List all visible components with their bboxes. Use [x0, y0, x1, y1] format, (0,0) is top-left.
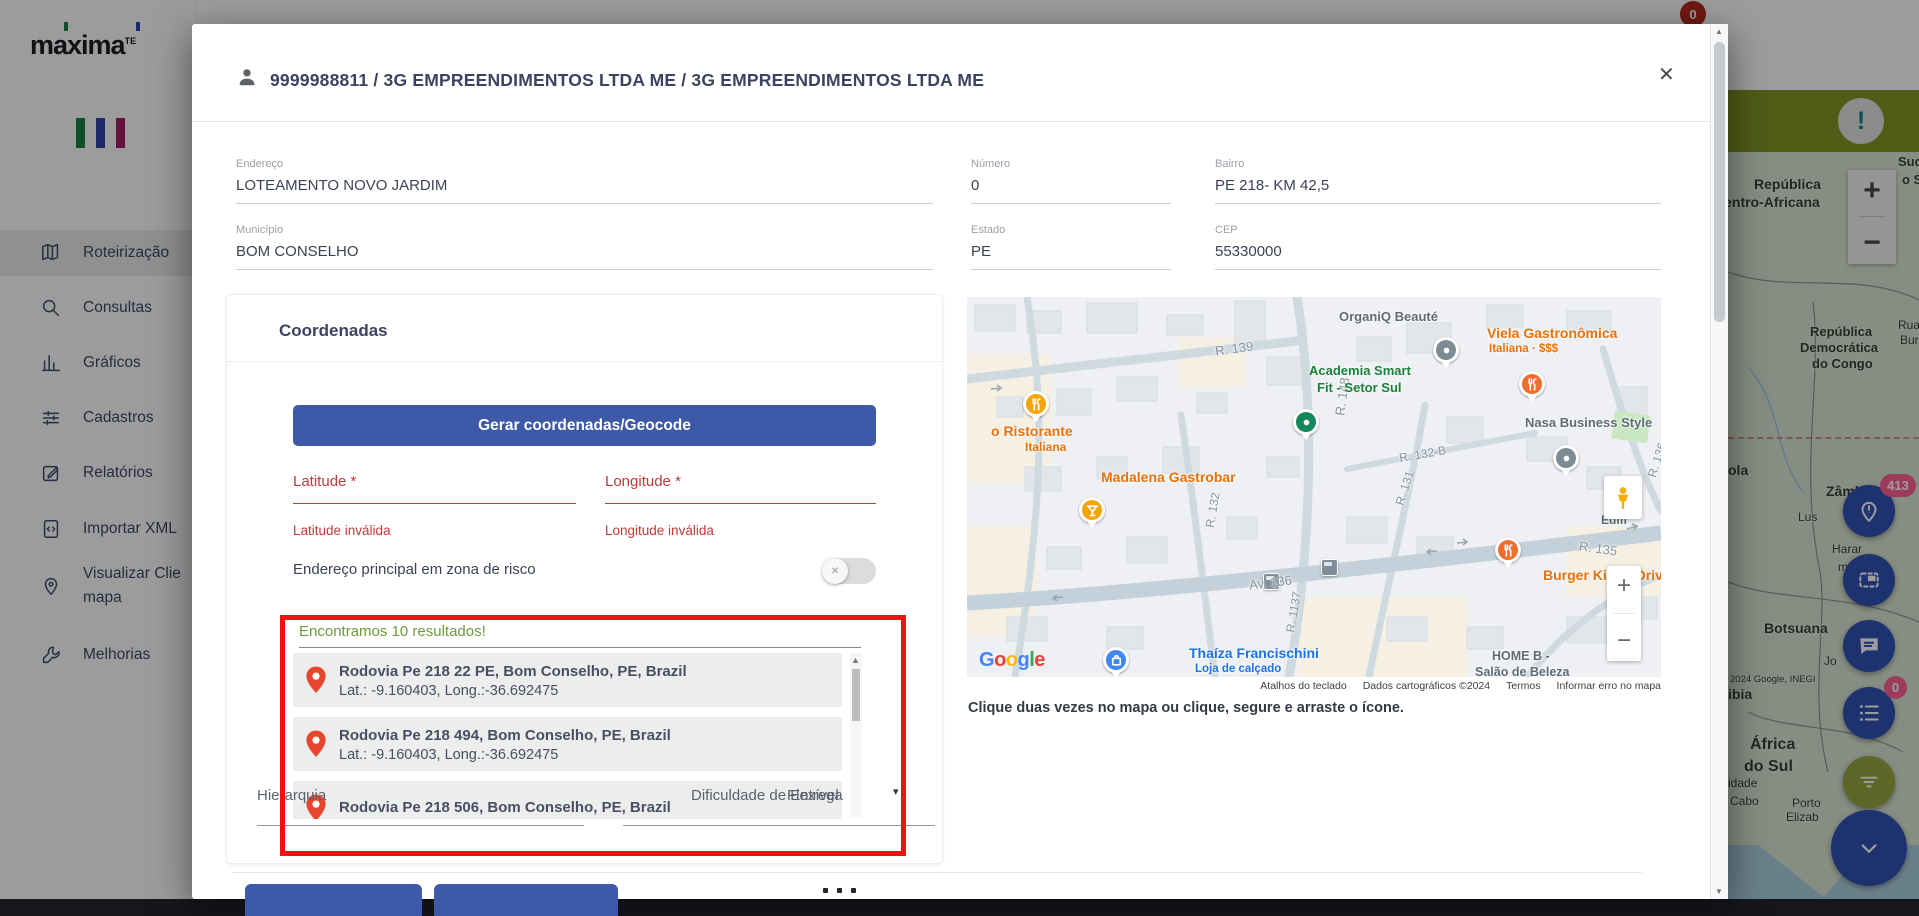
latitude-input[interactable]: [293, 503, 576, 504]
dificuldade-caret-icon: ▾: [893, 785, 899, 798]
map-zoom-out[interactable]: −: [1617, 627, 1631, 655]
modal-map[interactable]: R. 139R. 148R. 131R. 132R. 1137R. 132-BR…: [967, 297, 1661, 677]
map-label: Madalena Gastrobar: [1101, 469, 1236, 485]
cep-field[interactable]: CEP 55330000: [1215, 224, 1661, 270]
latitude-error: Latitude inválida: [293, 523, 391, 538]
numero-field[interactable]: Número 0: [971, 158, 1171, 204]
hierarquia-label: Hierarquia: [257, 787, 326, 804]
result-address: Rodovia Pe 218 506, Bom Conselho, PE, Br…: [339, 797, 671, 819]
map-label: Academia Smart: [1309, 363, 1411, 378]
bus-stop-icon[interactable]: [1321, 559, 1338, 576]
endereco-field[interactable]: Endereço LOTEAMENTO NOVO JARDIM: [236, 158, 933, 204]
close-icon[interactable]: ✕: [1654, 58, 1679, 91]
coordinates-card: Coordenadas Gerar coordenadas/Geocode La…: [226, 294, 943, 864]
map-label: Fit - Setor Sul: [1317, 380, 1402, 395]
map-label: Salão de Beleza: [1475, 665, 1570, 677]
map-attribution-item[interactable]: Informar erro no mapa: [1557, 680, 1661, 692]
place-pin-icon: [305, 730, 327, 758]
client-address-modal: 9999988811 / 3G EMPREENDIMENTOS LTDA ME …: [192, 24, 1728, 899]
map-zoom-control[interactable]: + −: [1607, 566, 1641, 661]
map-label: Italiana: [1025, 440, 1066, 454]
results-scrollbar[interactable]: ▲: [850, 653, 862, 817]
map-label: o Ristorante: [991, 423, 1073, 439]
place-pin-icon: [305, 666, 327, 694]
map-attribution-item: Dados cartográficos ©2024: [1363, 680, 1490, 692]
dificuldade-label: Dificuldade de Entrega: [691, 787, 843, 804]
latitude-label: Latitude *: [293, 473, 356, 490]
longitude-input[interactable]: [605, 503, 876, 504]
modal-action-button-1[interactable]: [245, 884, 422, 916]
modal-action-button-2[interactable]: [434, 884, 618, 916]
result-address: Rodovia Pe 218 494, Bom Conselho, PE, Br…: [339, 725, 671, 747]
food-pin-icon[interactable]: [1023, 391, 1049, 417]
food-pin-icon[interactable]: [1495, 537, 1521, 563]
geocode-result-item[interactable]: Rodovia Pe 218 494, Bom Conselho, PE, Br…: [293, 717, 842, 771]
poi-pin-icon[interactable]: [1553, 445, 1579, 471]
dificuldade-select[interactable]: [623, 825, 935, 826]
map-label: Viela Gastronômica: [1487, 325, 1617, 341]
map-label: Loja de calçado: [1195, 663, 1281, 675]
result-coordinates: Lat.: -9.160403, Long.:-36.692475: [339, 747, 671, 763]
drag-dots: [823, 888, 856, 893]
longitude-label: Longitude *: [605, 473, 681, 490]
poi-pin-icon[interactable]: [1433, 337, 1459, 363]
geocode-button[interactable]: Gerar coordenadas/Geocode: [293, 405, 876, 446]
map-label: Burger King | Driv: [1543, 567, 1661, 583]
toggle-knob: ✕: [822, 558, 848, 584]
modal-scrollbar[interactable]: ▲ ▼: [1710, 24, 1728, 899]
pegman-icon: [1613, 486, 1633, 510]
shop-pin-icon[interactable]: [1103, 647, 1129, 673]
municipio-field[interactable]: Município BOM CONSELHO: [236, 224, 933, 270]
longitude-error: Longitude inválida: [605, 523, 714, 538]
risk-zone-label: Endereço principal em zona de risco: [293, 561, 536, 578]
pegman-control[interactable]: [1604, 476, 1642, 519]
result-address: Rodovia Pe 218 22 PE, Bom Conselho, PE, …: [339, 661, 687, 683]
result-coordinates: Lat.: -9.160403, Long.:-36.692475: [339, 683, 687, 699]
risk-zone-toggle[interactable]: ✕: [822, 558, 876, 584]
hierarquia-select[interactable]: [257, 825, 584, 826]
map-label: HOME B -: [1492, 649, 1550, 663]
map-caption: Clique duas vezes no mapa ou clique, seg…: [968, 700, 1404, 716]
poi-pin-icon[interactable]: [1293, 409, 1319, 435]
map-label: Nasa Business Style: [1525, 415, 1652, 430]
coordinates-heading: Coordenadas: [279, 321, 388, 341]
estado-field[interactable]: Estado PE: [971, 224, 1171, 270]
map-attribution-item[interactable]: Atalhos do teclado: [1260, 680, 1346, 692]
scrollbar-thumb[interactable]: [1714, 42, 1725, 322]
map-label: Thaíza Francischini: [1189, 645, 1319, 661]
bairro-field[interactable]: Bairro PE 218- KM 42,5: [1215, 158, 1661, 204]
map-label: Italiana · $$$: [1489, 343, 1558, 355]
person-icon: [236, 66, 258, 88]
map-attribution-item[interactable]: Termos: [1506, 680, 1540, 692]
title-divider: [192, 121, 1711, 122]
food-pin-icon[interactable]: [1519, 371, 1545, 397]
map-attribution: Atalhos do teclado Dados cartográficos ©2…: [967, 680, 1661, 692]
modal-title: 9999988811 / 3G EMPREENDIMENTOS LTDA ME …: [270, 70, 984, 91]
map-zoom-in[interactable]: +: [1617, 572, 1631, 600]
map-label: OrganiQ Beauté: [1339, 309, 1438, 324]
screen: 0 maximaTE RoteirizaçãoConsultasGráficos…: [0, 0, 1919, 916]
drink-pin-icon[interactable]: [1079, 497, 1105, 523]
results-header: Encontramos 10 resultados!: [299, 623, 486, 640]
google-logo[interactable]: Google: [979, 649, 1045, 672]
geocode-result-item[interactable]: Rodovia Pe 218 22 PE, Bom Conselho, PE, …: [293, 653, 842, 707]
